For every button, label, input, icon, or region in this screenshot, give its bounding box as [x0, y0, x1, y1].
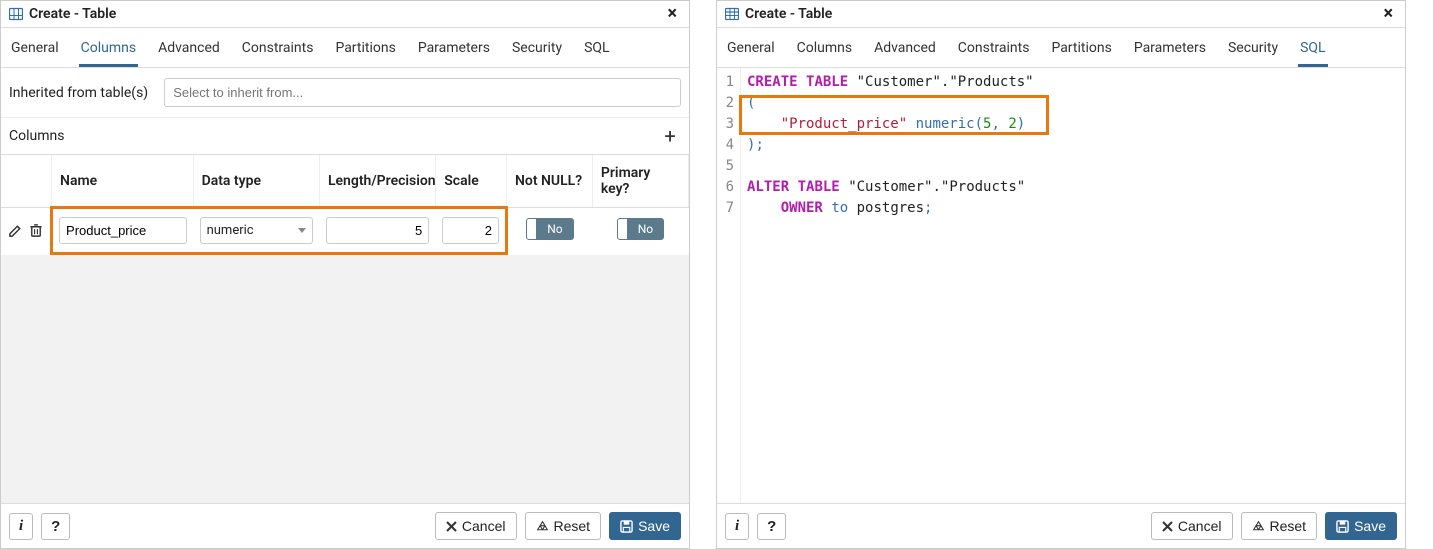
- cancel-label: Cancel: [462, 518, 506, 534]
- edit-icon[interactable]: [8, 223, 23, 238]
- dialog-title: Create - Table: [29, 6, 116, 22]
- close-button[interactable]: ×: [1379, 5, 1397, 23]
- dialog-title: Create - Table: [745, 6, 832, 22]
- columns-table: Name Data type Length/Precision Scale No…: [1, 155, 689, 255]
- delete-icon[interactable]: [29, 223, 43, 238]
- columns-body: Inherited from table(s) Columns + Name: [1, 68, 689, 503]
- info-button[interactable]: i: [9, 513, 33, 540]
- inherited-from-row: Inherited from table(s): [1, 68, 689, 118]
- tab-constraints[interactable]: Constraints: [240, 34, 316, 67]
- header-notnull: Not NULL?: [506, 155, 592, 208]
- header-pk: Primary key?: [592, 155, 688, 208]
- tab-columns[interactable]: Columns: [795, 34, 854, 67]
- line-gutter: 1234567: [717, 68, 741, 503]
- header-length: Length/Precision: [319, 155, 435, 208]
- tab-advanced[interactable]: Advanced: [872, 34, 938, 67]
- cancel-button[interactable]: Cancel: [1151, 512, 1233, 540]
- sql-editor[interactable]: 1234567 CREATE TABLE "Customer"."Product…: [717, 68, 1405, 503]
- tab-parameters[interactable]: Parameters: [1132, 34, 1208, 67]
- header-scale: Scale: [436, 155, 507, 208]
- datatype-select[interactable]: numeric: [200, 217, 313, 244]
- empty-area: [1, 255, 689, 503]
- close-button[interactable]: ×: [663, 5, 681, 23]
- tab-constraints[interactable]: Constraints: [956, 34, 1032, 67]
- reset-button[interactable]: Reset: [1241, 512, 1318, 540]
- columns-section-title: Columns: [9, 128, 64, 144]
- create-table-dialog-right: Create - Table × General Columns Advance…: [716, 0, 1406, 549]
- save-icon: [620, 520, 633, 533]
- scale-input[interactable]: [442, 217, 499, 244]
- length-input[interactable]: [326, 217, 429, 244]
- header-actions: [1, 155, 52, 208]
- header-datatype: Data type: [193, 155, 319, 208]
- save-icon: [1336, 520, 1349, 533]
- cancel-button[interactable]: Cancel: [435, 512, 517, 540]
- notnull-toggle-label: No: [537, 219, 572, 239]
- reset-button[interactable]: Reset: [525, 512, 602, 540]
- help-button[interactable]: ?: [757, 513, 786, 540]
- save-button[interactable]: Save: [1325, 512, 1397, 540]
- chevron-down-icon: [298, 228, 306, 233]
- cancel-label: Cancel: [1178, 518, 1222, 534]
- name-input[interactable]: [59, 217, 187, 244]
- tab-partitions[interactable]: Partitions: [333, 34, 397, 67]
- help-button[interactable]: ?: [41, 513, 70, 540]
- inherited-from-label: Inherited from table(s): [9, 85, 148, 101]
- tabs: General Columns Advanced Constraints Par…: [1, 28, 689, 68]
- reset-label: Reset: [1270, 518, 1307, 534]
- tab-general[interactable]: General: [725, 34, 777, 67]
- sql-code: CREATE TABLE "Customer"."Products"( "Pro…: [741, 68, 1405, 503]
- header-name: Name: [52, 155, 194, 208]
- recycle-icon: [1252, 520, 1265, 533]
- info-button[interactable]: i: [725, 513, 749, 540]
- tab-security[interactable]: Security: [510, 34, 564, 67]
- table-icon: [725, 7, 739, 21]
- tab-general[interactable]: General: [9, 34, 61, 67]
- close-icon: [446, 521, 457, 532]
- reset-label: Reset: [554, 518, 591, 534]
- create-table-dialog-left: Create - Table × General Columns Advance…: [0, 0, 690, 549]
- inherited-from-input[interactable]: [164, 78, 681, 107]
- save-button[interactable]: Save: [609, 512, 681, 540]
- pk-toggle-label: No: [628, 219, 663, 239]
- column-row: numeric No: [1, 208, 689, 254]
- save-label: Save: [1354, 518, 1386, 534]
- tab-partitions[interactable]: Partitions: [1049, 34, 1113, 67]
- table-icon: [9, 7, 23, 21]
- recycle-icon: [536, 520, 549, 533]
- save-label: Save: [638, 518, 670, 534]
- tab-sql[interactable]: SQL: [582, 34, 611, 67]
- titlebar: Create - Table ×: [717, 1, 1405, 28]
- titlebar: Create - Table ×: [1, 1, 689, 28]
- tab-sql[interactable]: SQL: [1298, 34, 1327, 67]
- sql-body: 1234567 CREATE TABLE "Customer"."Product…: [717, 68, 1405, 503]
- tab-security[interactable]: Security: [1226, 34, 1280, 67]
- footer: i ? Cancel Reset Save: [717, 503, 1405, 548]
- columns-section-header: Columns +: [1, 118, 689, 155]
- close-icon: [1162, 521, 1173, 532]
- pk-toggle[interactable]: No: [617, 218, 664, 240]
- add-column-button[interactable]: +: [659, 126, 681, 146]
- tabs: General Columns Advanced Constraints Par…: [717, 28, 1405, 68]
- footer: i ? Cancel Reset Save: [1, 503, 689, 548]
- tab-columns[interactable]: Columns: [79, 34, 138, 67]
- notnull-toggle[interactable]: No: [526, 218, 573, 240]
- tab-parameters[interactable]: Parameters: [416, 34, 492, 67]
- tab-advanced[interactable]: Advanced: [156, 34, 222, 67]
- datatype-value: numeric: [207, 223, 254, 238]
